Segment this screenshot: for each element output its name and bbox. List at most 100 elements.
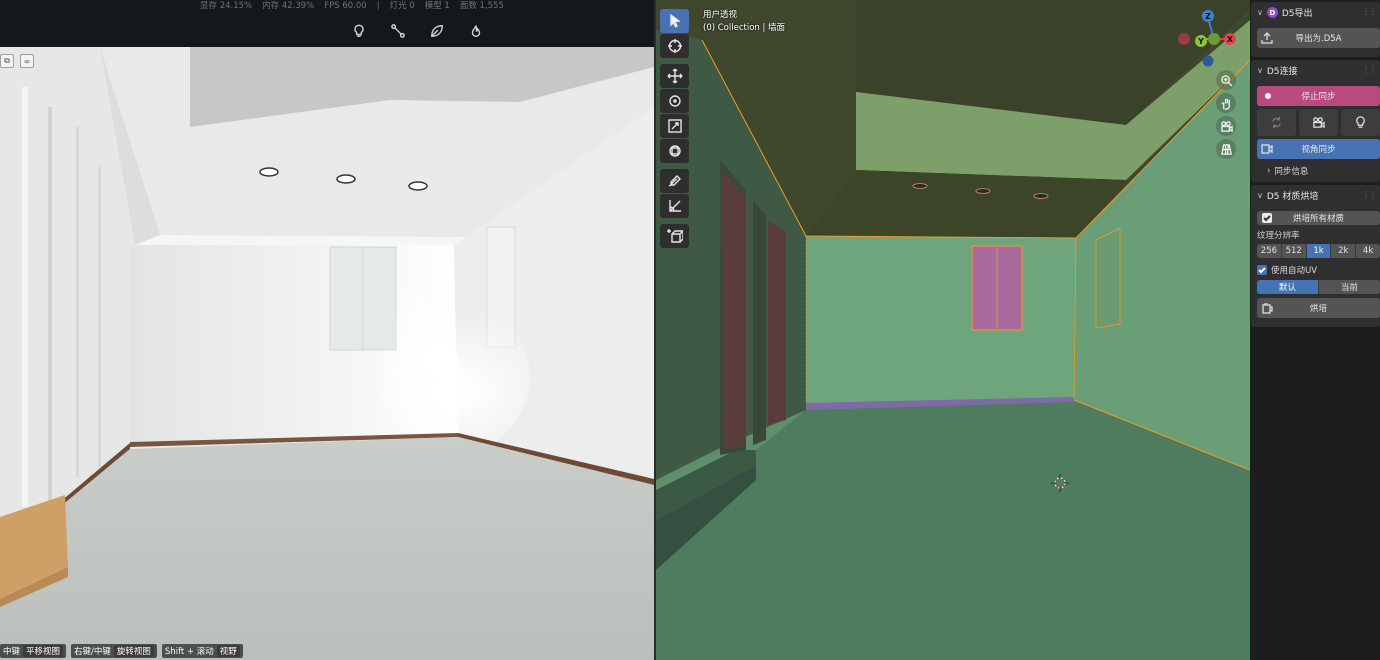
mode-current[interactable]: 当前	[1319, 280, 1380, 294]
move-tool[interactable]	[660, 64, 689, 88]
neg-z-axis-icon[interactable]	[1202, 55, 1214, 67]
neg-x-axis-icon[interactable]	[1178, 33, 1190, 45]
upload-icon	[1261, 32, 1273, 44]
viewport-header-text: 用户透视 (0) Collection | 墙面	[703, 9, 785, 35]
sync-info-label: 同步信息	[1274, 167, 1309, 177]
layer-icon[interactable]: ⧉	[0, 54, 14, 68]
d5-render-pane[interactable]: 显存 24.15% 内存 42.39% FPS 60.00 | 灯光 0 模型 …	[0, 0, 654, 660]
sync-info-toggle[interactable]: › 同步信息	[1257, 162, 1380, 180]
resolution-selector: 256 512 1k 2k 4k	[1257, 244, 1380, 258]
button-label: 烘培	[1309, 304, 1327, 314]
chevron-down-icon: ∨	[1257, 66, 1263, 75]
measure-tool[interactable]	[660, 194, 689, 218]
navigation-hints: 中键 平移视图 右键/中键 旋转视图 Shift + 滚动 视野	[0, 644, 243, 658]
link-icon[interactable]: ∞	[20, 54, 34, 68]
collection-label: (0) Collection | 墙面	[703, 23, 786, 33]
camera-view-button[interactable]	[1216, 116, 1236, 136]
hint-orbit: 右键/中键 旋转视图	[71, 644, 157, 658]
export-d5a-button[interactable]: 导出为.D5A	[1257, 28, 1380, 48]
camera-sync-button[interactable]	[1299, 109, 1338, 136]
resolution-1k[interactable]: 1k	[1306, 244, 1332, 258]
y-axis-label: Y	[1197, 37, 1204, 46]
stop-sync-button[interactable]: 停止同步	[1257, 86, 1380, 106]
bulb-icon[interactable]	[350, 22, 368, 40]
annotate-tool[interactable]	[660, 169, 689, 193]
hint-action: 视野	[216, 645, 240, 657]
neg-y-axis-icon[interactable]	[1208, 33, 1220, 45]
hand-icon	[1220, 98, 1230, 110]
sidebar-panel: ∨ D D5导出 ⋮⋮ 导出为.D5A ∨ D5连接 ⋮⋮ 停止同步 视角同步 …	[1250, 0, 1380, 660]
checkbox-icon	[1257, 265, 1267, 275]
auto-uv-checkbox[interactable]: 使用自动UV	[1257, 262, 1380, 278]
hint-action: 旋转视图	[113, 645, 154, 657]
button-label: 视角同步	[1301, 145, 1336, 155]
move-arrows-icon	[667, 68, 682, 84]
rotate-tool[interactable]	[660, 89, 689, 113]
z-axis-label: Z	[1205, 12, 1211, 21]
crosshair-circle-icon	[667, 39, 682, 53]
memory-stat: 内存 42.39%	[262, 1, 315, 11]
texture-resolution-label: 纹理分辨率	[1257, 231, 1300, 241]
material-bake-header[interactable]: ∨ D5 材质烘培 ⋮⋮	[1251, 185, 1380, 206]
ruler-icon	[668, 200, 681, 212]
drag-handle-icon[interactable]: ⋮⋮	[1362, 190, 1377, 199]
drag-handle-icon[interactable]: ⋮⋮	[1362, 7, 1377, 16]
zoom-button[interactable]	[1216, 70, 1236, 90]
magnifier-icon	[1220, 74, 1233, 87]
select-tool[interactable]	[660, 9, 689, 33]
bake-all-materials-toggle[interactable]: 烘培所有材质	[1257, 211, 1380, 225]
models-stat: 模型 1	[424, 1, 450, 11]
transform-icon	[668, 145, 681, 157]
add-cube-icon	[666, 229, 683, 243]
d5-logo-icon: D	[1266, 7, 1278, 18]
flame-icon[interactable]	[467, 22, 485, 40]
button-label: 停止同步	[1301, 92, 1336, 102]
bake-button[interactable]: 烘培	[1257, 298, 1380, 318]
render-view[interactable]	[0, 47, 654, 660]
button-label: 导出为.D5A	[1295, 34, 1342, 44]
lightbulb-icon	[1356, 116, 1365, 128]
leaf-icon[interactable]	[428, 22, 446, 40]
checkbox-icon	[1262, 213, 1272, 223]
d5-export-header[interactable]: ∨ D D5导出 ⋮⋮	[1251, 2, 1380, 23]
panel-title: D5 材质烘培	[1266, 192, 1319, 202]
resolution-512[interactable]: 512	[1281, 244, 1307, 258]
bake-mode-selector: 默认 当前	[1257, 280, 1380, 294]
light-sync-button[interactable]	[1341, 109, 1380, 136]
rotate-icon	[668, 95, 681, 107]
d5-link-header[interactable]: ∨ D5连接 ⋮⋮	[1251, 60, 1380, 81]
panel-title: D5连接	[1266, 67, 1298, 77]
tool-shelf	[660, 9, 689, 249]
bake-icon	[1261, 302, 1273, 314]
resolution-256[interactable]: 256	[1257, 244, 1282, 258]
scale-tool[interactable]	[660, 114, 689, 138]
navigation-gizmo[interactable]: Z Y X	[1176, 6, 1242, 68]
path-icon[interactable]	[389, 22, 407, 40]
stats-separator: |	[376, 1, 380, 11]
cursor-tool[interactable]	[660, 34, 689, 58]
performance-stats: 显存 24.15% 内存 42.39% FPS 60.00 | 灯光 0 模型 …	[200, 0, 504, 12]
camera-icon	[1313, 117, 1325, 129]
resolution-2k[interactable]: 2k	[1331, 244, 1357, 258]
pan-button[interactable]	[1216, 93, 1236, 113]
chevron-down-icon: ∨	[1257, 8, 1263, 17]
viewport-nav-buttons	[1216, 70, 1236, 159]
hint-key: 中键	[3, 647, 21, 657]
d5-export-panel: ∨ D D5导出 ⋮⋮ 导出为.D5A	[1251, 2, 1380, 57]
ortho-toggle-button[interactable]	[1216, 139, 1236, 159]
resolution-4k[interactable]: 4k	[1356, 244, 1380, 258]
d5-link-panel: ∨ D5连接 ⋮⋮ 停止同步 视角同步 › 同步信息	[1251, 60, 1380, 182]
refresh-sync-button[interactable]	[1257, 109, 1296, 136]
record-dot-icon	[1265, 93, 1271, 99]
view-sync-button[interactable]: 视角同步	[1257, 139, 1380, 159]
chevron-right-icon: ›	[1267, 166, 1271, 176]
mode-default[interactable]: 默认	[1257, 280, 1319, 294]
d5-material-bake-panel: ∨ D5 材质烘培 ⋮⋮ 烘培所有材质 纹理分辨率 256 512 1k 2k …	[1251, 185, 1380, 327]
drag-handle-icon[interactable]: ⋮⋮	[1362, 65, 1377, 74]
vram-stat: 显存 24.15%	[200, 1, 253, 11]
pencil-icon	[668, 175, 681, 187]
transform-tool[interactable]	[660, 139, 689, 163]
add-cube-tool[interactable]	[660, 224, 689, 248]
hint-action: 平移视图	[23, 645, 64, 657]
blender-3d-viewport[interactable]: 用户透视 (0) Collection | 墙面 Z Y X	[656, 0, 1250, 660]
